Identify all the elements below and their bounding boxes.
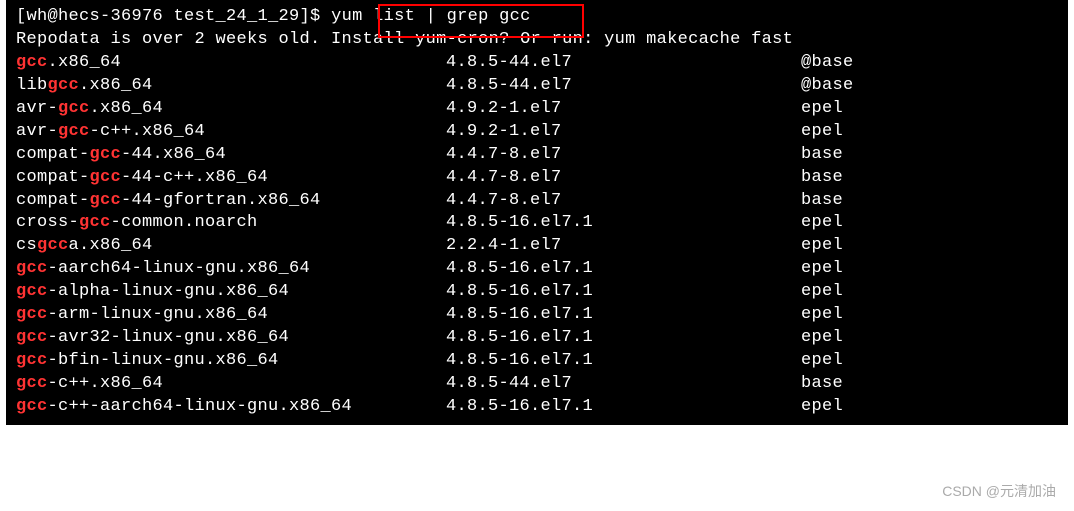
package-name: gcc-avr32-linux-gnu.x86_64 xyxy=(16,327,446,350)
package-row: gcc-c++.x86_644.8.5-44.el7base xyxy=(16,373,1058,396)
package-name: compat-gcc-44-gfortran.x86_64 xyxy=(16,190,446,213)
package-version: 4.8.5-16.el7.1 xyxy=(446,304,801,327)
package-name: gcc-alpha-linux-gnu.x86_64 xyxy=(16,281,446,304)
package-name: gcc-arm-linux-gnu.x86_64 xyxy=(16,304,446,327)
package-repo: base xyxy=(801,144,1058,167)
package-name: avr-gcc.x86_64 xyxy=(16,98,446,121)
package-version: 4.9.2-1.el7 xyxy=(446,98,801,121)
package-name: gcc-aarch64-linux-gnu.x86_64 xyxy=(16,258,446,281)
package-version: 4.9.2-1.el7 xyxy=(446,121,801,144)
package-row: gcc-arm-linux-gnu.x86_644.8.5-16.el7.1ep… xyxy=(16,304,1058,327)
package-row: avr-gcc-c++.x86_644.9.2-1.el7epel xyxy=(16,121,1058,144)
package-row: avr-gcc.x86_644.9.2-1.el7epel xyxy=(16,98,1058,121)
package-version: 4.8.5-16.el7.1 xyxy=(446,281,801,304)
package-row: csgcca.x86_642.2.4-1.el7epel xyxy=(16,235,1058,258)
package-version: 4.8.5-16.el7.1 xyxy=(446,327,801,350)
package-row: compat-gcc-44-c++.x86_644.4.7-8.el7base xyxy=(16,167,1058,190)
package-repo: epel xyxy=(801,121,1058,144)
watermark: CSDN @元清加油 xyxy=(942,481,1056,501)
package-row: compat-gcc-44.x86_644.4.7-8.el7base xyxy=(16,144,1058,167)
package-repo: epel xyxy=(801,281,1058,304)
package-list: gcc.x86_644.8.5-44.el7@baselibgcc.x86_64… xyxy=(16,52,1058,419)
package-version: 4.8.5-44.el7 xyxy=(446,373,801,396)
package-name: gcc-bfin-linux-gnu.x86_64 xyxy=(16,350,446,373)
package-name: avr-gcc-c++.x86_64 xyxy=(16,121,446,144)
package-repo: base xyxy=(801,167,1058,190)
package-name: cross-gcc-common.noarch xyxy=(16,212,446,235)
prompt-user-host: [wh@hecs-36976 test_24_1_29]$ xyxy=(16,7,331,26)
package-version: 4.8.5-16.el7.1 xyxy=(446,396,801,419)
package-row: libgcc.x86_644.8.5-44.el7@base xyxy=(16,75,1058,98)
package-version: 2.2.4-1.el7 xyxy=(446,235,801,258)
terminal-output: [wh@hecs-36976 test_24_1_29]$ yum list |… xyxy=(6,0,1068,425)
package-name: gcc-c++-aarch64-linux-gnu.x86_64 xyxy=(16,396,446,419)
package-repo: base xyxy=(801,373,1058,396)
package-repo: epel xyxy=(801,396,1058,419)
package-name: libgcc.x86_64 xyxy=(16,75,446,98)
package-name: compat-gcc-44-c++.x86_64 xyxy=(16,167,446,190)
package-name: gcc-c++.x86_64 xyxy=(16,373,446,396)
package-repo: epel xyxy=(801,304,1058,327)
package-row: gcc.x86_644.8.5-44.el7@base xyxy=(16,52,1058,75)
command-highlight-box xyxy=(378,4,584,38)
package-row: compat-gcc-44-gfortran.x86_644.4.7-8.el7… xyxy=(16,190,1058,213)
package-version: 4.8.5-44.el7 xyxy=(446,52,801,75)
package-row: gcc-aarch64-linux-gnu.x86_644.8.5-16.el7… xyxy=(16,258,1058,281)
package-repo: epel xyxy=(801,258,1058,281)
package-name: gcc.x86_64 xyxy=(16,52,446,75)
package-version: 4.4.7-8.el7 xyxy=(446,144,801,167)
package-row: gcc-alpha-linux-gnu.x86_644.8.5-16.el7.1… xyxy=(16,281,1058,304)
package-repo: epel xyxy=(801,212,1058,235)
package-repo: epel xyxy=(801,350,1058,373)
package-version: 4.8.5-16.el7.1 xyxy=(446,350,801,373)
package-repo: epel xyxy=(801,98,1058,121)
package-version: 4.4.7-8.el7 xyxy=(446,190,801,213)
package-repo: epel xyxy=(801,235,1058,258)
package-repo: epel xyxy=(801,327,1058,350)
package-version: 4.8.5-16.el7.1 xyxy=(446,212,801,235)
package-repo: @base xyxy=(801,52,1058,75)
package-row: cross-gcc-common.noarch4.8.5-16.el7.1epe… xyxy=(16,212,1058,235)
package-version: 4.8.5-16.el7.1 xyxy=(446,258,801,281)
package-row: gcc-avr32-linux-gnu.x86_644.8.5-16.el7.1… xyxy=(16,327,1058,350)
package-repo: base xyxy=(801,190,1058,213)
package-row: gcc-c++-aarch64-linux-gnu.x86_644.8.5-16… xyxy=(16,396,1058,419)
package-name: compat-gcc-44.x86_64 xyxy=(16,144,446,167)
package-name: csgcca.x86_64 xyxy=(16,235,446,258)
package-repo: @base xyxy=(801,75,1058,98)
package-version: 4.4.7-8.el7 xyxy=(446,167,801,190)
package-row: gcc-bfin-linux-gnu.x86_644.8.5-16.el7.1e… xyxy=(16,350,1058,373)
package-version: 4.8.5-44.el7 xyxy=(446,75,801,98)
